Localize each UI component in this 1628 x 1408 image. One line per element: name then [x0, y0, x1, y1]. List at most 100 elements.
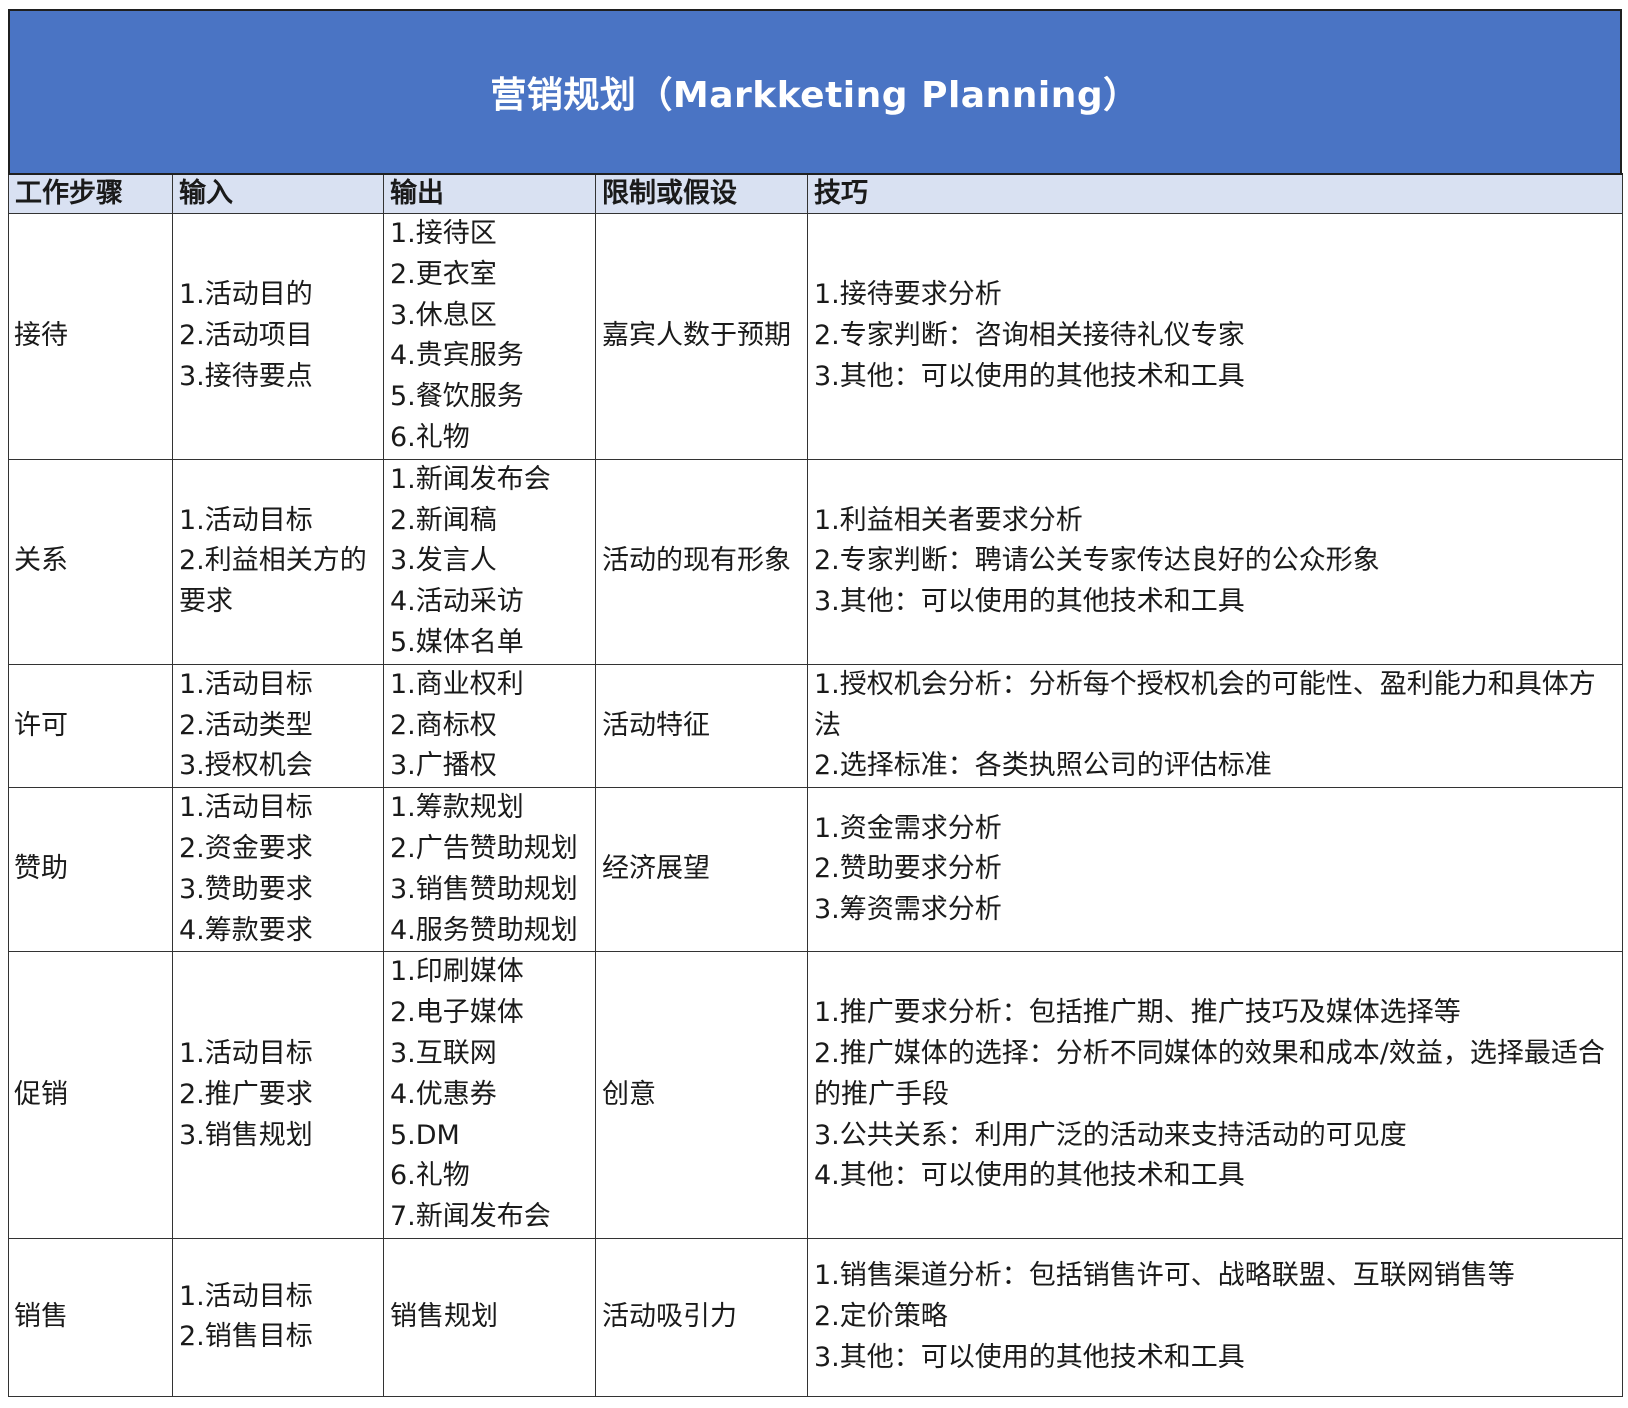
technique-cell: 1.销售渠道分析：包括销售许可、战略联盟、互联网销售等 2.定价策略 3.其他：…	[807, 1237, 1623, 1397]
step-cell: 许可	[8, 663, 173, 789]
technique-item: 2.定价策略	[814, 1301, 948, 1333]
sheet-title: 营销规划（Markketing Planning）	[490, 75, 1140, 116]
technique-item: 3.筹资需求分析	[814, 894, 1002, 926]
input-item: 3.赞助要求	[179, 873, 313, 905]
output-item: 4.活动采访	[390, 586, 524, 618]
technique-item: 1.推广要求分析：包括推广期、推广技巧及媒体选择等	[814, 997, 1461, 1029]
technique-item: 4.其他：可以使用的其他技术和工具	[814, 1160, 1245, 1192]
technique-item: 2.推广媒体的选择：分析不同媒体的效果和成本/效益，选择最适合的推广手段	[814, 1037, 1605, 1110]
technique-item: 3.公共关系：利用广泛的活动来支持活动的可见度	[814, 1119, 1407, 1151]
output-item: 6.礼物	[390, 1160, 470, 1192]
input-cell: 1.活动目标 2.活动类型 3.授权机会	[172, 663, 384, 789]
header-input: 输入	[172, 173, 384, 214]
output-item: 5.媒体名单	[390, 626, 524, 658]
output-item: 2.更衣室	[390, 258, 497, 290]
input-item: 1.活动目标	[179, 504, 313, 536]
output-item: 1.印刷媒体	[390, 956, 524, 988]
input-cell: 1.活动目的 2.活动项目 3.接待要点	[172, 213, 384, 460]
step-cell: 赞助	[8, 787, 173, 953]
output-item: 4.优惠券	[390, 1078, 497, 1110]
technique-item: 1.授权机会分析：分析每个授权机会的可能性、盈利能力和具体方法	[814, 668, 1596, 741]
output-item: 4.贵宾服务	[390, 340, 524, 372]
constraint-cell: 嘉宾人数于预期	[595, 213, 808, 460]
output-cell: 1.印刷媒体 2.电子媒体 3.互联网 4.优惠券 5.DM 6.礼物 7.新闻…	[383, 951, 596, 1239]
technique-cell: 1.推广要求分析：包括推广期、推广技巧及媒体选择等 2.推广媒体的选择：分析不同…	[807, 951, 1623, 1239]
input-item: 3.接待要点	[179, 360, 313, 392]
input-item: 2.活动项目	[179, 319, 313, 351]
title-bar: 营销规划（Markketing Planning）	[8, 9, 1622, 173]
table-row: 关系 1.活动目标 2.利益相关方的要求 1.新闻发布会 2.新闻稿 3.发言人…	[8, 458, 1623, 665]
input-item: 1.活动目标	[179, 668, 313, 700]
input-cell: 1.活动目标 2.推广要求 3.销售规划	[172, 951, 384, 1239]
output-item: 3.互联网	[390, 1037, 497, 1069]
table-row: 接待 1.活动目的 2.活动项目 3.接待要点 1.接待区 2.更衣室 3.休息…	[8, 213, 1623, 460]
output-item: 2.广告赞助规划	[390, 832, 578, 864]
output-cell: 1.筹款规划 2.广告赞助规划 3.销售赞助规划 4.服务赞助规划	[383, 787, 596, 953]
output-item: 1.新闻发布会	[390, 463, 551, 495]
input-cell: 1.活动目标 2.销售目标	[172, 1237, 384, 1397]
table-row: 促销 1.活动目标 2.推广要求 3.销售规划 1.印刷媒体 2.电子媒体 3.…	[8, 951, 1623, 1239]
input-item: 2.活动类型	[179, 709, 313, 741]
technique-item: 3.其他：可以使用的其他技术和工具	[814, 360, 1245, 392]
planning-table: 工作步骤 输入 输出 限制或假设 技巧 接待 1.活动目的 2.活动项目 3.接…	[8, 173, 1623, 1397]
step-cell: 销售	[8, 1237, 173, 1397]
header-step: 工作步骤	[8, 173, 173, 214]
input-item: 1.活动目标	[179, 792, 313, 824]
output-item: 销售规划	[390, 1301, 498, 1333]
input-item: 2.利益相关方的要求	[179, 545, 367, 618]
technique-item: 2.专家判断：咨询相关接待礼仪专家	[814, 319, 1245, 351]
output-item: 5.DM	[390, 1119, 460, 1151]
input-item: 2.销售目标	[179, 1321, 313, 1353]
technique-item: 2.选择标准：各类执照公司的评估标准	[814, 750, 1272, 782]
input-item: 2.资金要求	[179, 832, 313, 864]
header-output: 输出	[383, 173, 596, 214]
output-item: 3.销售赞助规划	[390, 873, 578, 905]
technique-item: 1.接待要求分析	[814, 279, 1002, 311]
output-item: 3.发言人	[390, 545, 497, 577]
output-item: 2.新闻稿	[390, 504, 497, 536]
input-cell: 1.活动目标 2.利益相关方的要求	[172, 458, 384, 665]
constraint-cell: 创意	[595, 951, 808, 1239]
technique-item: 2.赞助要求分析	[814, 853, 1002, 885]
table-row: 赞助 1.活动目标 2.资金要求 3.赞助要求 4.筹款要求 1.筹款规划 2.…	[8, 787, 1623, 953]
constraint-cell: 活动吸引力	[595, 1237, 808, 1397]
input-item: 1.活动目的	[179, 279, 313, 311]
step-cell: 关系	[8, 458, 173, 665]
output-item: 1.接待区	[390, 218, 497, 249]
technique-item: 1.利益相关者要求分析	[814, 504, 1083, 536]
output-item: 5.餐饮服务	[390, 381, 524, 413]
output-cell: 销售规划	[383, 1237, 596, 1397]
output-cell: 1.接待区 2.更衣室 3.休息区 4.贵宾服务 5.餐饮服务 6.礼物	[383, 213, 596, 460]
output-cell: 1.新闻发布会 2.新闻稿 3.发言人 4.活动采访 5.媒体名单	[383, 458, 596, 665]
technique-cell: 1.授权机会分析：分析每个授权机会的可能性、盈利能力和具体方法 2.选择标准：各…	[807, 663, 1623, 789]
table-row: 许可 1.活动目标 2.活动类型 3.授权机会 1.商业权利 2.商标权 3.广…	[8, 663, 1623, 789]
constraint-cell: 活动特征	[595, 663, 808, 789]
output-item: 3.广播权	[390, 750, 497, 782]
input-item: 2.推广要求	[179, 1078, 313, 1110]
constraint-cell: 活动的现有形象	[595, 458, 808, 665]
header-row: 工作步骤 输入 输出 限制或假设 技巧	[8, 173, 1623, 214]
output-item: 2.电子媒体	[390, 997, 524, 1029]
input-cell: 1.活动目标 2.资金要求 3.赞助要求 4.筹款要求	[172, 787, 384, 953]
output-cell: 1.商业权利 2.商标权 3.广播权	[383, 663, 596, 789]
input-item: 1.活动目标	[179, 1037, 313, 1069]
technique-cell: 1.接待要求分析 2.专家判断：咨询相关接待礼仪专家 3.其他：可以使用的其他技…	[807, 213, 1623, 460]
technique-cell: 1.利益相关者要求分析 2.专家判断：聘请公关专家传达良好的公众形象 3.其他：…	[807, 458, 1623, 665]
header-constraint: 限制或假设	[595, 173, 808, 214]
technique-item: 1.资金需求分析	[814, 812, 1002, 844]
table-row: 销售 1.活动目标 2.销售目标 销售规划 活动吸引力 1.销售渠道分析：包括销…	[8, 1237, 1623, 1397]
technique-item: 3.其他：可以使用的其他技术和工具	[814, 586, 1245, 618]
input-item: 3.销售规划	[179, 1119, 313, 1151]
output-item: 7.新闻发布会	[390, 1201, 551, 1233]
output-item: 1.筹款规划	[390, 792, 524, 824]
step-cell: 促销	[8, 951, 173, 1239]
output-item: 1.商业权利	[390, 668, 524, 700]
output-item: 2.商标权	[390, 709, 497, 741]
technique-item: 3.其他：可以使用的其他技术和工具	[814, 1341, 1245, 1373]
step-cell: 接待	[8, 213, 173, 460]
input-item: 4.筹款要求	[179, 914, 313, 946]
technique-cell: 1.资金需求分析 2.赞助要求分析 3.筹资需求分析	[807, 787, 1623, 953]
planning-sheet: 营销规划（Markketing Planning） 工作步骤 输入 输出 限制或…	[8, 9, 1623, 1397]
output-item: 6.礼物	[390, 421, 470, 453]
technique-item: 2.专家判断：聘请公关专家传达良好的公众形象	[814, 545, 1380, 577]
